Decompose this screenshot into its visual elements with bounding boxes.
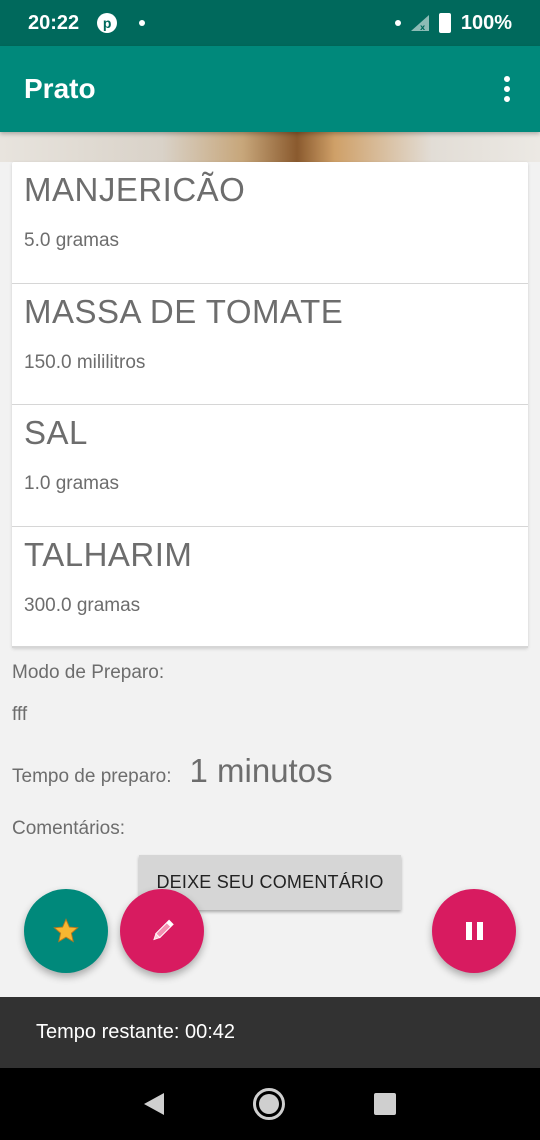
signal-icon: x xyxy=(410,15,429,31)
pencil-icon xyxy=(153,919,174,941)
star-icon xyxy=(53,918,79,943)
status-right: x 100% xyxy=(394,11,512,35)
overflow-menu-icon[interactable] xyxy=(498,70,516,108)
pinterest-notification-icon: p xyxy=(97,13,118,33)
ingredient-item: TALHARIM 300.0 gramas xyxy=(12,527,528,648)
prep-time-label: Tempo de preparo: xyxy=(12,766,172,787)
edit-button[interactable] xyxy=(120,889,204,973)
prep-method-text: fff xyxy=(12,704,28,725)
battery-icon xyxy=(438,13,451,33)
recipe-details: Modo de Preparo: fff Tempo de preparo: 1… xyxy=(12,662,528,840)
battery-percent: 100% xyxy=(460,11,512,34)
status-time: 20:22 xyxy=(28,11,80,34)
timer-text: Tempo restante: 00:42 xyxy=(36,1021,236,1043)
app-bar: Prato xyxy=(0,46,540,132)
home-icon[interactable] xyxy=(252,1088,285,1120)
recents-icon[interactable] xyxy=(373,1093,396,1115)
status-bar: 20:22 p x 100% xyxy=(0,0,540,46)
page-title: Prato xyxy=(24,73,96,104)
back-icon[interactable] xyxy=(144,1093,165,1115)
ingredient-list: MANJERICÃO 5.0 gramas MASSA DE TOMATE 15… xyxy=(12,162,528,648)
ingredient-item: MANJERICÃO 5.0 gramas xyxy=(12,162,528,284)
ingredient-item: SAL 1.0 gramas xyxy=(12,405,528,527)
notification-dot-icon xyxy=(139,20,146,26)
ingredient-quantity: 150.0 mililitros xyxy=(24,351,146,373)
ingredient-name: MASSA DE TOMATE xyxy=(24,292,344,330)
ingredient-quantity: 1.0 gramas xyxy=(24,473,120,494)
timer-snackbar: Tempo restante: 00:42 xyxy=(0,997,540,1068)
ingredient-item: MASSA DE TOMATE 150.0 mililitros xyxy=(12,284,528,405)
favorite-button[interactable] xyxy=(24,889,108,973)
prep-method-label: Modo de Preparo: xyxy=(12,662,165,683)
ingredient-quantity: 300.0 gramas xyxy=(24,594,141,616)
pause-timer-button[interactable] xyxy=(432,889,516,973)
comments-label: Comentários: xyxy=(12,818,125,839)
prep-time-row: Tempo de preparo: 1 minutos xyxy=(12,752,528,790)
notification-dot-icon xyxy=(394,20,401,26)
ingredient-name: MANJERICÃO xyxy=(24,171,246,208)
pause-icon xyxy=(465,922,483,940)
dish-image xyxy=(0,132,540,162)
ingredient-quantity: 5.0 gramas xyxy=(24,230,120,251)
svg-text:x: x xyxy=(420,23,426,31)
ingredient-name: TALHARIM xyxy=(24,535,193,573)
ingredient-name: SAL xyxy=(24,414,88,451)
screen: 20:22 p x 100% Prato MANJERICÃO 5.0 gram… xyxy=(0,0,540,1140)
navigation-bar xyxy=(0,1068,540,1140)
prep-time-value: 1 minutos xyxy=(189,752,333,789)
